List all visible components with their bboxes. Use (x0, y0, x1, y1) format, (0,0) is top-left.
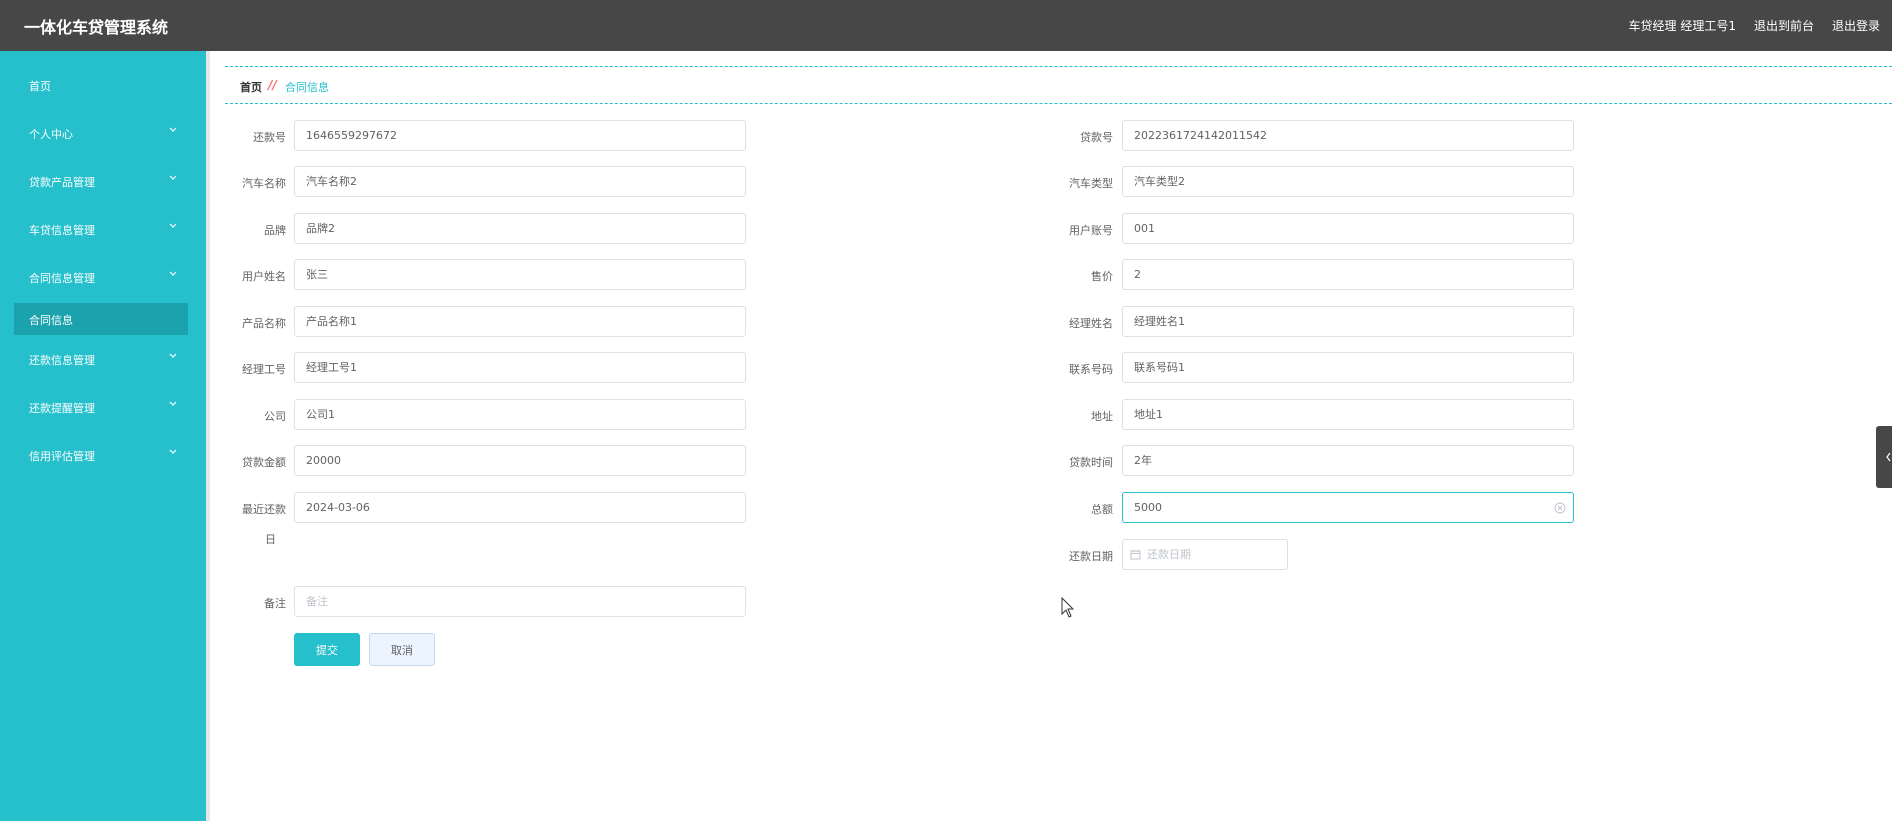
field-label: 还款日期 (1069, 550, 1113, 563)
last-repayment-date-input[interactable]: 2024-03-06 (294, 492, 746, 523)
sidebar-item-label: 个人中心 (29, 128, 73, 141)
address-input[interactable]: 地址1 (1122, 399, 1574, 430)
chevron-down-icon (169, 401, 177, 406)
field-label: 品牌 (264, 224, 286, 237)
manager-name-input[interactable]: 经理姓名1 (1122, 306, 1574, 337)
field-label: 日 (265, 533, 276, 546)
sidebar-divider (206, 51, 210, 821)
sidebar-item-repayment-info[interactable]: 还款信息管理 (0, 335, 206, 383)
field-label: 还款号 (253, 131, 286, 144)
brand-input[interactable]: 品牌2 (294, 213, 746, 244)
sidebar-item-label: 还款提醒管理 (29, 402, 95, 415)
field-label: 售价 (1091, 270, 1113, 283)
chevron-down-icon (169, 271, 177, 276)
breadcrumb-separator: // (268, 78, 277, 92)
field-label: 用户姓名 (242, 270, 286, 283)
sidebar-item-label: 首页 (29, 80, 51, 93)
chevron-down-icon (169, 223, 177, 228)
field-label: 经理工号 (242, 363, 286, 376)
clear-icon[interactable] (1554, 502, 1566, 514)
header-actions: 车贷经理 经理工号1 退出到前台 退出登录 (1629, 17, 1880, 34)
field-label: 地址 (1091, 410, 1113, 423)
breadcrumb-current: 合同信息 (285, 81, 329, 94)
top-header: 一体化车贷管理系统 车贷经理 经理工号1 退出到前台 退出登录 (0, 0, 1892, 51)
calendar-icon (1130, 550, 1141, 560)
field-label: 产品名称 (242, 317, 286, 330)
breadcrumb-home[interactable]: 首页 (240, 79, 262, 95)
field-label: 贷款金额 (242, 456, 286, 469)
remark-input[interactable]: 备注 (294, 586, 746, 617)
field-label: 备注 (264, 597, 286, 610)
chevron-down-icon (169, 127, 177, 132)
field-label: 贷款时间 (1069, 456, 1113, 469)
user-account-input[interactable]: 001 (1122, 213, 1574, 244)
product-name-input[interactable]: 产品名称1 (294, 306, 746, 337)
car-type-input[interactable]: 汽车类型2 (1122, 166, 1574, 197)
chevron-down-icon (169, 175, 177, 180)
repayment-no-input[interactable]: 1646559297672 (294, 120, 746, 151)
sidebar-item-label: 信用评估管理 (29, 450, 95, 463)
logout-link[interactable]: 退出登录 (1832, 17, 1880, 34)
field-label: 经理姓名 (1069, 317, 1113, 330)
chevron-down-icon (169, 449, 177, 454)
mouse-cursor-icon (1061, 597, 1075, 618)
sidebar-subitem-contract[interactable]: 合同信息 (14, 303, 188, 335)
chevron-down-icon (169, 353, 177, 358)
sidebar-item-label: 还款信息管理 (29, 354, 95, 367)
phone-input[interactable]: 联系号码1 (1122, 352, 1574, 383)
sidebar-item-label: 合同信息管理 (29, 272, 95, 285)
breadcrumb: 首页 // 合同信息 (225, 66, 1892, 104)
field-label: 用户账号 (1069, 224, 1113, 237)
sidebar-item-personal-center[interactable]: 个人中心 (0, 109, 206, 157)
field-label: 汽车类型 (1069, 177, 1113, 190)
field-label: 贷款号 (1080, 131, 1113, 144)
field-label: 总额 (1091, 503, 1113, 516)
loan-term-input[interactable]: 2年 (1122, 445, 1574, 476)
sidebar-item-label: 贷款产品管理 (29, 176, 95, 189)
exit-to-front-link[interactable]: 退出到前台 (1754, 17, 1814, 34)
sidebar-item-contract-info[interactable]: 合同信息管理 (0, 253, 206, 301)
sidebar-item-label: 车贷信息管理 (29, 224, 95, 237)
cancel-button[interactable]: 取消 (369, 633, 435, 666)
field-label: 公司 (264, 410, 286, 423)
total-amount-input[interactable]: 5000 (1122, 492, 1574, 523)
sidebar-item-repayment-reminder[interactable]: 还款提醒管理 (0, 383, 206, 431)
side-panel-toggle[interactable] (1876, 426, 1892, 488)
sidebar-item-credit-evaluation[interactable]: 信用评估管理 (0, 431, 206, 479)
submit-button[interactable]: 提交 (294, 633, 360, 666)
field-label: 联系号码 (1069, 363, 1113, 376)
field-label: 最近还款 (242, 503, 286, 516)
sidebar-item-car-loan-info[interactable]: 车贷信息管理 (0, 205, 206, 253)
app-title: 一体化车贷管理系统 (24, 18, 169, 37)
sidebar-item-loan-products[interactable]: 贷款产品管理 (0, 157, 206, 205)
company-input[interactable]: 公司1 (294, 399, 746, 430)
manager-id-input[interactable]: 经理工号1 (294, 352, 746, 383)
car-name-input[interactable]: 汽车名称2 (294, 166, 746, 197)
loan-amount-input[interactable]: 20000 (294, 445, 746, 476)
user-name-input[interactable]: 张三 (294, 259, 746, 290)
loan-no-input[interactable]: 2022361724142011542 (1122, 120, 1574, 151)
chevron-left-icon (1886, 452, 1891, 462)
current-user: 车贷经理 经理工号1 (1628, 19, 1736, 33)
price-input[interactable]: 2 (1122, 259, 1574, 290)
repay-date-picker[interactable]: 还款日期 (1122, 539, 1288, 570)
sidebar-item-home[interactable]: 首页 (0, 61, 206, 109)
field-label: 汽车名称 (242, 177, 286, 190)
sidebar-subitem-label: 合同信息 (29, 314, 73, 327)
